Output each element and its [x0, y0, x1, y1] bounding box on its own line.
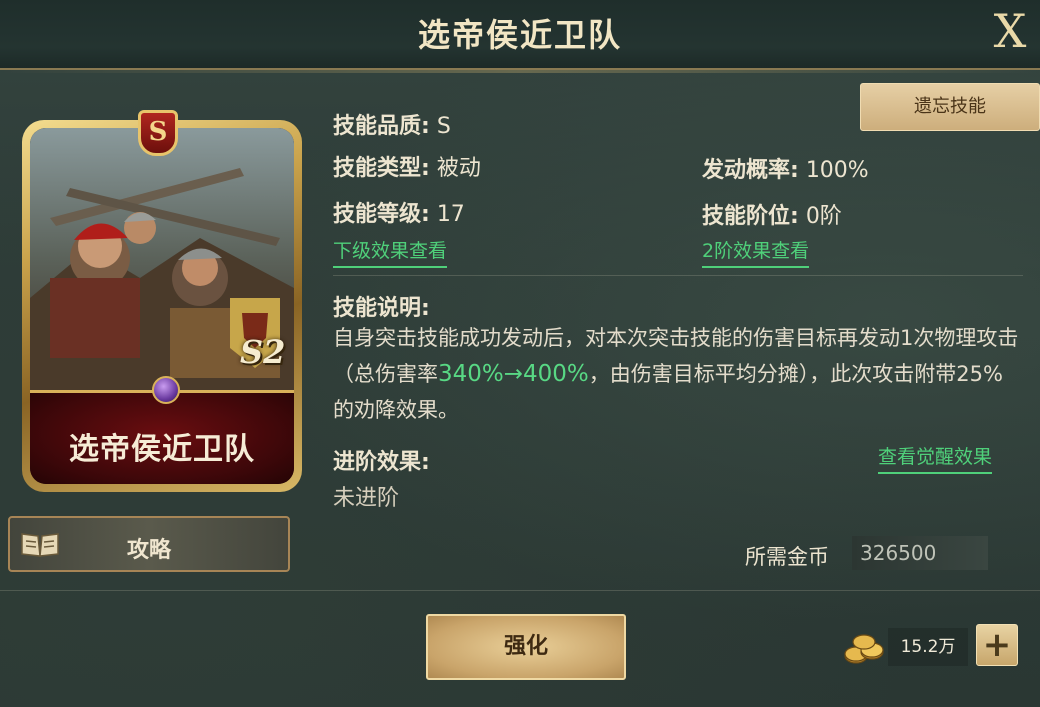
trigger-rate-value: 100%	[805, 158, 869, 183]
add-gold-button[interactable]: +	[976, 624, 1018, 666]
skill-type-label: 技能类型:	[333, 156, 430, 181]
season-badge: S2	[240, 333, 286, 371]
skill-quality-value: S	[436, 114, 451, 139]
skill-level-label: 技能等级:	[333, 202, 430, 227]
skill-card: S2 选帝侯近卫队 S	[22, 110, 302, 492]
trigger-rate-label: 发动概率:	[702, 158, 799, 183]
skill-description-title-text: 技能说明:	[333, 296, 430, 321]
skill-detail-panel: 选帝侯近卫队 X S2 选帝侯近卫队 S 攻略 遗忘技能 技能品质: S 技能类…	[0, 0, 1040, 707]
required-gold-label: 所需金币	[745, 545, 829, 569]
skill-type-value: 被动	[436, 156, 481, 181]
skill-tier: 技能阶位: 0阶	[702, 198, 842, 230]
advance-effect-value: 未进阶	[333, 486, 400, 511]
rank-emblem: S	[138, 110, 178, 156]
skill-level: 技能等级: 17	[333, 196, 465, 228]
header-bar: 选帝侯近卫队 X	[0, 0, 1040, 73]
skill-quality: 技能品质: S	[333, 108, 451, 140]
gold-balance: 15.2万	[888, 628, 968, 666]
skill-quality-label: 技能品质:	[333, 114, 430, 139]
close-button[interactable]: X	[988, 6, 1032, 56]
bottom-divider	[0, 590, 1040, 591]
upgrade-button[interactable]: 强化	[426, 614, 626, 680]
required-gold-value: 326500	[852, 536, 988, 570]
skill-type: 技能类型: 被动	[333, 150, 481, 182]
guide-label: 攻略	[126, 538, 171, 563]
skill-description-title: 技能说明:	[333, 290, 430, 322]
card-name: 选帝侯近卫队	[69, 432, 255, 467]
purple-gem-icon	[152, 376, 180, 404]
gold-coins-icon	[844, 634, 884, 664]
tier2-effect-link[interactable]: 2阶效果查看	[702, 236, 810, 268]
next-level-effect-link[interactable]: 下级效果查看	[333, 236, 448, 268]
skill-tier-label: 技能阶位:	[702, 204, 799, 229]
skill-level-value: 17	[436, 202, 465, 227]
skill-description: 自身突击技能成功发动后，对本次突击技能的伤害目标再发动1次物理攻击（总伤害率34…	[333, 320, 1023, 428]
page-title: 选帝侯近卫队	[417, 16, 622, 54]
forget-skill-button[interactable]: 遗忘技能	[860, 83, 1040, 131]
view-awakening-link[interactable]: 查看觉醒效果	[878, 442, 993, 474]
advance-effect-title-text: 进阶效果:	[333, 450, 430, 475]
damage-rate-highlight: 340%→400%	[438, 361, 589, 387]
divider	[333, 275, 1023, 276]
guide-button[interactable]: 攻略	[8, 516, 290, 572]
advance-effect-title: 进阶效果:	[333, 444, 430, 476]
trigger-rate: 发动概率: 100%	[702, 152, 869, 184]
skill-tier-value: 0阶	[805, 204, 842, 229]
skill-card-inner: S2 选帝侯近卫队	[30, 128, 294, 484]
